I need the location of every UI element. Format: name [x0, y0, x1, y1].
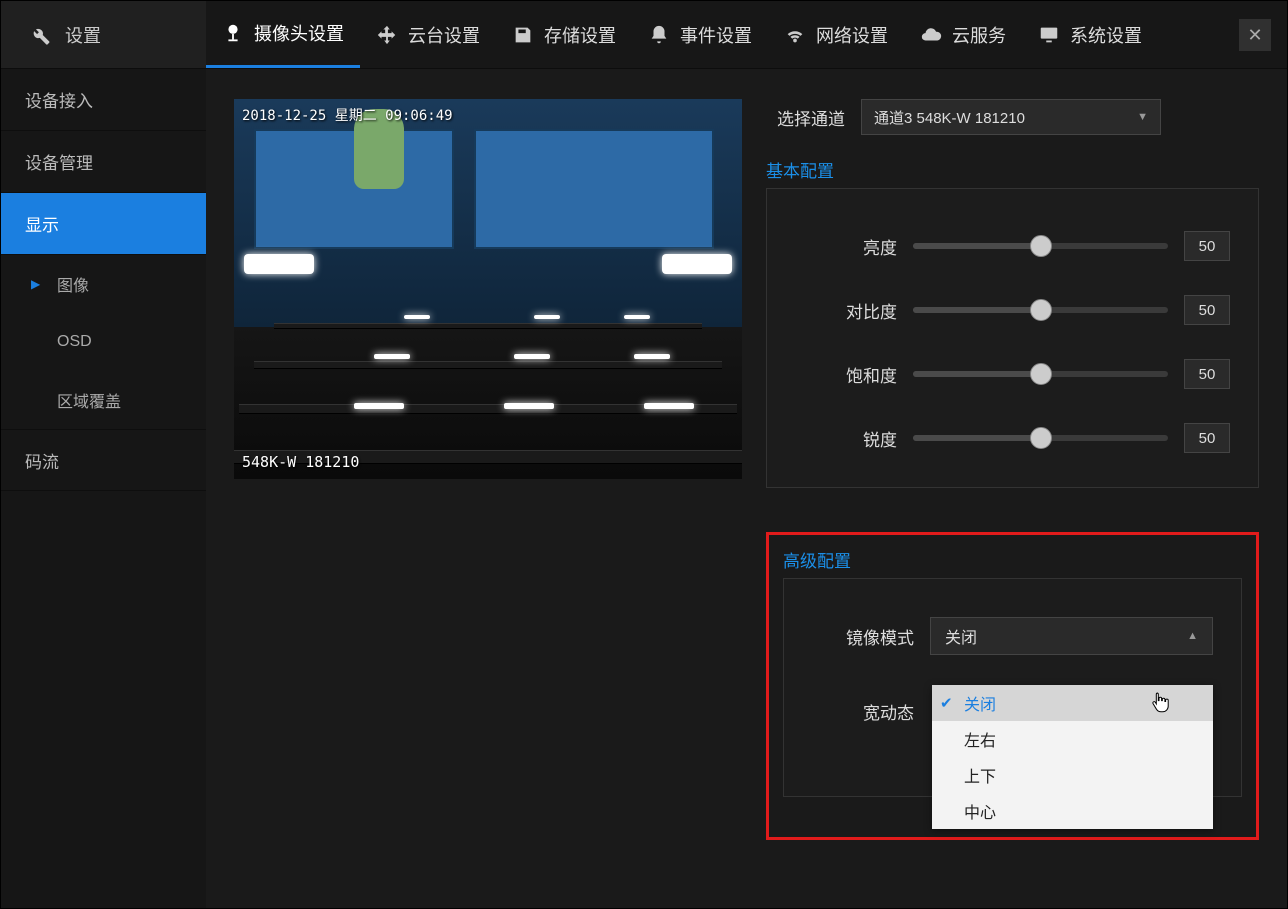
mirror-mode-value: 关闭	[945, 624, 977, 648]
advanced-fieldset: 镜像模式 关闭 ▲ 宽动态 ✔ 关闭	[783, 578, 1242, 797]
video-preview: 2018-12-25 星期二 09:06:49 548K-W 181210	[234, 99, 742, 479]
sidebar-item-label: 码流	[25, 448, 59, 473]
check-icon: ✔	[940, 694, 953, 712]
slider-label-sharpness: 锐度	[783, 426, 913, 451]
sidebar-subitem-image[interactable]: ▶ 图像	[1, 255, 206, 313]
channel-select[interactable]: 通道3 548K-W 181210 ▼	[861, 99, 1161, 135]
slider-sharpness[interactable]	[913, 435, 1168, 441]
tab-event-settings[interactable]: 事件设置	[632, 1, 768, 68]
tab-network-settings[interactable]: 网络设置	[768, 1, 904, 68]
camera-icon	[222, 22, 244, 44]
slider-label-contrast: 对比度	[783, 298, 913, 323]
tab-system-settings[interactable]: 系统设置	[1022, 1, 1158, 68]
slider-contrast[interactable]	[913, 307, 1168, 313]
settings-header-label: 设置	[65, 22, 101, 48]
tab-label: 系统设置	[1070, 22, 1142, 48]
basic-section-title: 基本配置	[766, 157, 1259, 182]
sidebar-item-device-management[interactable]: 设备管理	[1, 131, 206, 193]
mirror-mode-label: 镜像模式	[800, 624, 930, 649]
chevron-up-icon: ▲	[1187, 630, 1198, 642]
sidebar-item-label: 设备接入	[25, 87, 93, 112]
osd-timestamp: 2018-12-25 星期二 09:06:49	[242, 105, 453, 125]
tab-ptz-settings[interactable]: 云台设置	[360, 1, 496, 68]
osd-device-name: 548K-W 181210	[242, 453, 359, 471]
chevron-down-icon: ▼	[1137, 111, 1148, 123]
slider-brightness[interactable]	[913, 243, 1168, 249]
slider-value-sharpness: 50	[1184, 423, 1230, 453]
tab-label: 事件设置	[680, 22, 752, 48]
cursor-hand-icon	[1151, 691, 1171, 720]
tab-storage-settings[interactable]: 存储设置	[496, 1, 632, 68]
slider-value-saturation: 50	[1184, 359, 1230, 389]
dropdown-option-up-down[interactable]: 上下	[932, 757, 1213, 793]
channel-label: 选择通道	[766, 105, 861, 130]
advanced-section-title: 高级配置	[783, 547, 1242, 572]
mirror-mode-dropdown: ✔ 关闭 左右 上下 中心	[932, 685, 1213, 829]
slider-value-brightness: 50	[1184, 231, 1230, 261]
sidebar-subitem-label: OSD	[57, 333, 92, 351]
slider-value-contrast: 50	[1184, 295, 1230, 325]
dropdown-option-center[interactable]: 中心	[932, 793, 1213, 829]
dropdown-option-label: 左右	[964, 727, 996, 751]
dropdown-option-label: 中心	[964, 799, 996, 823]
sidebar-subitem-osd[interactable]: OSD	[1, 313, 206, 371]
wrench-icon	[29, 24, 51, 46]
top-tabs: 摄像头设置 云台设置 存储设置 事件设置 网络设置 云服务 系统设置	[206, 1, 1158, 68]
close-button[interactable]	[1239, 19, 1271, 51]
dropdown-option-off[interactable]: ✔ 关闭	[932, 685, 1213, 721]
content-area: 2018-12-25 星期二 09:06:49 548K-W 181210 选择…	[206, 69, 1287, 908]
save-icon	[512, 24, 534, 46]
tab-label: 云台设置	[408, 22, 480, 48]
settings-header: 设置	[1, 1, 206, 68]
sidebar-item-label: 设备管理	[25, 149, 93, 174]
slider-label-saturation: 饱和度	[783, 362, 913, 387]
wdr-label: 宽动态	[800, 699, 930, 724]
slider-label-brightness: 亮度	[783, 234, 913, 259]
sidebar-item-stream[interactable]: 码流	[1, 429, 206, 491]
dropdown-option-label: 关闭	[964, 691, 996, 715]
dropdown-option-label: 上下	[964, 763, 996, 787]
sidebar-subitem-label: 区域覆盖	[57, 388, 121, 412]
tab-label: 存储设置	[544, 22, 616, 48]
wifi-icon	[784, 24, 806, 46]
channel-select-value: 通道3 548K-W 181210	[874, 107, 1025, 128]
tab-label: 摄像头设置	[254, 20, 344, 46]
ptz-icon	[376, 24, 398, 46]
mirror-mode-select[interactable]: 关闭 ▲	[930, 617, 1213, 655]
tab-label: 云服务	[952, 22, 1006, 48]
tab-camera-settings[interactable]: 摄像头设置	[206, 1, 360, 68]
sidebar-item-display[interactable]: 显示	[1, 193, 206, 255]
caret-right-icon: ▶	[31, 277, 40, 291]
advanced-highlight-box: 高级配置 镜像模式 关闭 ▲ 宽动态 ✔	[766, 532, 1259, 840]
sidebar-subitem-label: 图像	[57, 272, 89, 296]
sidebar: 设备接入 设备管理 显示 ▶ 图像 OSD 区域覆盖 码流	[1, 69, 206, 908]
slider-saturation[interactable]	[913, 371, 1168, 377]
top-bar: 设置 摄像头设置 云台设置 存储设置 事件设置 网络设置 云服务 系统设置	[1, 1, 1287, 69]
dropdown-option-left-right[interactable]: 左右	[932, 721, 1213, 757]
bell-icon	[648, 24, 670, 46]
sidebar-item-device-access[interactable]: 设备接入	[1, 69, 206, 131]
sidebar-item-label: 显示	[25, 211, 59, 236]
monitor-icon	[1038, 24, 1060, 46]
tab-label: 网络设置	[816, 22, 888, 48]
sidebar-subitem-region-cover[interactable]: 区域覆盖	[1, 371, 206, 429]
cloud-icon	[920, 24, 942, 46]
tab-cloud-service[interactable]: 云服务	[904, 1, 1022, 68]
basic-fieldset: 亮度 50 对比度 50 饱和度	[766, 188, 1259, 488]
